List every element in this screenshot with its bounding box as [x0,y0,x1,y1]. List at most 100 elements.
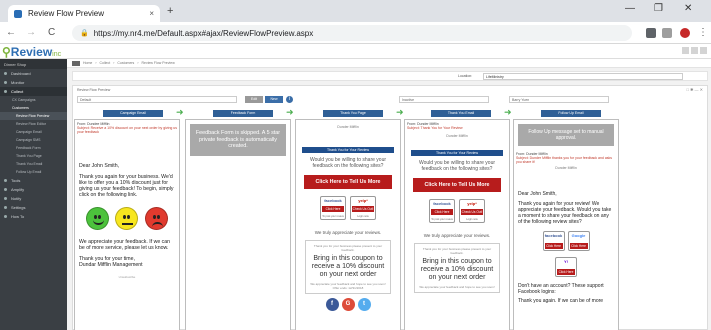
sidebar-sub-review-flow-preview[interactable]: Review Flow Preview [0,112,67,120]
sidebar-item-tools[interactable]: Tools [0,176,67,185]
breadcrumb-item: Review Flow Preview [141,61,175,65]
thank-you-page-preview: Dunder Mifflin Thank You for Your Review… [295,119,401,330]
user-icon[interactable] [700,47,707,54]
step-thank-you-email[interactable]: Thank You Email [431,110,491,117]
facebook-review-button[interactable]: facebook Click Here To post your review [320,196,346,220]
back-icon[interactable]: ← [6,27,16,38]
google-share-icon[interactable]: G [341,298,355,311]
panel-controls[interactable]: □ ✱ — ✕ [687,87,703,92]
review-site-buttons: facebook Click Here Google Click Here [514,228,618,254]
app-logo[interactable]: ⚲Reviewinc [2,45,61,59]
minimize-icon[interactable]: — [625,3,635,14]
arrow-right-icon: ➜ [286,107,294,117]
breadcrumb-item[interactable]: Collect [100,61,111,65]
extension-icon[interactable] [646,28,656,38]
sidebar-item-how-to[interactable]: How To [0,212,67,221]
sidebar-sub-campaign-sms[interactable]: Campaign SMS [0,136,67,144]
thank-you-email-preview: From: Dunder Mifflin Subject: Thank You … [404,119,510,330]
sidebar-sub-thank-you-page[interactable]: Thank You Page [0,152,67,160]
sidebar-item-collect[interactable]: Collect [0,87,67,96]
url-field[interactable]: 🔒 https://my.nr4.me/Default.aspx#ajax/Re… [72,25,632,41]
sidebar-sub-thank-you-email[interactable]: Thank You Email [0,160,67,168]
sidebar-item-monitor[interactable]: Monitor [0,78,67,87]
neutral-face-icon[interactable] [115,207,139,230]
collect-icon [4,90,7,93]
thank-you-page-inner: Dunder Mifflin Thank You for Your Review… [300,123,396,313]
sidebar-item-settings[interactable]: Settings [0,203,67,212]
browser-tab[interactable]: Review Flow Preview × [8,5,160,22]
header-icons [682,47,707,54]
tell-us-more-button[interactable]: Click Here to Tell Us More [304,175,392,189]
facebook-review-button[interactable]: facebook Click Here To post your review [429,199,455,223]
location-select[interactable]: LifeMinistry [483,73,683,80]
yahoo-review-button[interactable]: Y! Click Here [555,257,577,277]
sidebar-item-dashboard[interactable]: Dashboard [0,69,67,78]
panel-title: Review Flow Preview [77,88,111,92]
browser-tabstrip: Review Flow Preview × + — ❐ ✕ [0,0,711,22]
tell-us-more-button[interactable]: Click Here to Tell Us More [413,178,501,192]
sidebar-item-amplify[interactable]: Amplify [0,185,67,194]
email-body-footer: We appreciate your feedback. If we can b… [79,239,171,268]
site-favicon-icon [14,9,22,18]
tab-close-icon[interactable]: × [149,9,154,18]
flow-select[interactable]: Default [77,96,237,103]
facebook-share-icon[interactable]: f [325,298,339,311]
sidebar-sub-feedback-form[interactable]: Feedback Form [0,144,67,152]
google-review-button[interactable]: Google Click Here [567,231,590,251]
breadcrumb-item[interactable]: Customers [117,61,134,65]
menu-toggle-icon[interactable] [72,60,80,66]
main-content: Home › Collect › Customers › Review Flow… [67,59,711,330]
address-bar: ← → C 🔒 https://my.nr4.me/Default.aspx#a… [0,22,711,44]
breadcrumb: Home › Collect › Customers › Review Flow… [67,59,711,68]
campaign-email-preview: From: Dundee Mifflin Subject: Receive a … [74,119,180,330]
forward-icon[interactable]: → [26,27,36,38]
sidebar-item-notify[interactable]: Notify [0,194,67,203]
happy-face-icon[interactable] [86,207,110,230]
grid-icon[interactable] [682,47,689,54]
breadcrumb-item[interactable]: Home [83,61,92,65]
step-campaign-email[interactable]: Campaign Email [103,110,163,117]
facebook-review-button[interactable]: facebook Click Here [542,231,565,251]
profile-avatar-icon[interactable] [680,28,690,38]
user-select[interactable]: Barry Yuen [509,96,609,103]
location-label: Location: [458,74,473,78]
step-feedback-form[interactable]: Feedback Form [213,110,273,117]
yelp-review-button[interactable]: yelp* Check Us Out! Login now [459,199,485,223]
sidebar-sub-campaign-email[interactable]: Campaign Email [0,128,67,136]
new-tab-icon[interactable]: + [167,5,173,17]
sad-face-icon[interactable] [144,207,168,230]
menu-icon[interactable]: ⋮ [698,27,708,38]
yelp-logo: yelp* [358,198,368,203]
expand-icon[interactable] [691,47,698,54]
yelp-logo: yelp* [467,201,477,206]
new-button[interactable]: New [265,96,283,103]
review-site-buttons: facebook Click Here To post your review … [411,194,503,228]
appreciate-text: We truly appreciate your reviews. [423,233,491,238]
email-header: From: Dundee Mifflin Subject: Receive a … [77,122,178,134]
window-close-icon[interactable]: ✕ [684,3,692,14]
sidebar-sub-review-flow-editor[interactable]: Review Flow Editor [0,120,67,128]
sidebar-sub-follow-up-email[interactable]: Follow Up Email [0,168,67,176]
extension-icon[interactable] [662,28,672,38]
appreciate-text: We truly appreciate your reviews. [314,230,382,235]
info-icon[interactable]: i [286,96,293,103]
review-site-buttons: facebook Click Here To post your review … [302,191,394,225]
sidebar-sub-campaigns[interactable]: CX Campaigns [0,96,67,104]
sidebar-sub-customers[interactable]: Customers [0,104,67,112]
step-thank-you-page[interactable]: Thank You Page [323,110,383,117]
social-share-row: f G t [302,298,394,311]
app-header: ⚲Reviewinc [0,44,711,59]
step-follow-up-email[interactable]: Follow Up Email [541,110,601,117]
maximize-icon[interactable]: ❐ [654,3,663,14]
share-question: Would you be willing to share your feedb… [418,160,496,172]
status-select[interactable]: Inactive [399,96,489,103]
reload-icon[interactable]: C [48,27,55,38]
edit-button[interactable]: Edit [245,96,263,103]
sidebar-user[interactable]: Dinner Shop [0,59,67,69]
help-icon [4,215,7,218]
twitter-share-icon[interactable]: t [357,298,371,311]
yelp-review-button[interactable]: yelp* Check Us Out! Login now [350,196,376,220]
unsubscribe-link[interactable]: Unsubscribe [75,271,179,279]
feedback-skipped-note: Feedback Form is skipped. A 5 star priva… [190,124,286,156]
review-site-buttons-2: Y! Click Here [514,254,618,280]
